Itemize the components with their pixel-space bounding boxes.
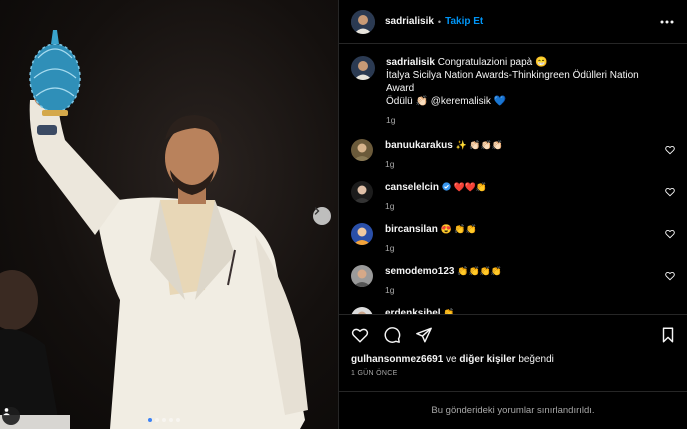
commenter-photo-icon [351,307,373,314]
comment-username[interactable]: semodemo123 [385,266,454,277]
likes-connector: ve [446,354,457,365]
carousel-dot [155,418,159,422]
comment-username[interactable]: erdenksibel [385,308,441,314]
tagged-users-button[interactable] [2,407,20,425]
likes-summary: gulhansonmez6691 ve diğer kişiler beğend… [339,354,687,365]
caption-line-1: Congratulazioni papà 😁 [437,57,548,68]
commenter-photo-icon [351,181,373,203]
share-paper-plane-icon[interactable] [415,326,433,344]
post-details-panel: sadrialisik • Takip Et sadrialisik Congr… [338,0,687,429]
like-comment-heart-icon[interactable] [665,187,675,197]
comment-username[interactable]: banuukarakus [385,140,453,151]
author-username[interactable]: sadrialisik [385,16,434,27]
caption-line-2: İtalya Sicilya Nation Awards-Thinkingree… [386,70,639,94]
comment-item: banuukarakus ✨ 👏🏻👏🏻👏🏻 1g [351,139,675,169]
comment-text: 👏 [443,308,455,314]
comment-username[interactable]: bircansilan [385,224,438,235]
comment-time: 1g [385,159,395,169]
post-actions-bar [339,314,687,354]
comments-list: sadrialisik Congratulazioni papà 😁 İtaly… [339,44,687,314]
post-caption: sadrialisik Congratulazioni papà 😁 İtaly… [351,56,675,125]
save-bookmark-icon[interactable] [659,326,677,344]
next-image-button[interactable] [313,207,331,225]
comment-item: erdenksibel 👏 [351,307,675,314]
comment-item: canselelcin ❤️❤️👏 1g [351,181,675,211]
comment-text: 👏👏👏👏 [457,266,503,276]
comment-time: 1g [385,201,395,211]
commenter-avatar[interactable] [351,181,373,203]
comment-bubble-icon[interactable] [383,326,401,344]
like-comment-heart-icon[interactable] [665,145,675,155]
comment-item: bircansilan 😍 👏👏 1g [351,223,675,253]
user-icon [3,408,10,416]
post-header: sadrialisik • Takip Et [339,0,687,44]
author-avatar[interactable] [351,9,375,34]
caption-avatar[interactable] [351,56,375,80]
like-comment-heart-icon[interactable] [665,271,675,281]
liker-username[interactable]: gulhansonmez6691 [351,354,443,365]
post-photo[interactable] [0,0,338,429]
caption-line-3: Ödülü 👏🏻 @keremalisik 💙 [386,96,507,107]
like-comment-heart-icon[interactable] [665,229,675,239]
header-separator: • [437,16,442,27]
chevron-right-icon [314,207,320,215]
commenter-photo-icon [351,223,373,245]
commenter-photo-icon [351,265,373,287]
post-date[interactable]: 1 GÜN ÖNCE [339,365,687,377]
comment-text: ❤️❤️👏 [453,182,488,192]
carousel-dot [162,418,166,422]
verified-badge-icon [442,182,451,191]
restricted-text: Bu gönderideki yorumlar sınırlandırıldı. [431,405,595,416]
comment-username[interactable]: canselelcin [385,182,439,193]
comment-time: 1g [385,243,395,253]
carousel-dot [148,418,152,422]
commenter-avatar[interactable] [351,307,373,314]
comment-time: 1g [385,285,395,295]
comments-restricted-notice: Bu gönderideki yorumlar sınırlandırıldı. [339,391,687,429]
caption-text: sadrialisik Congratulazioni papà 😁 İtaly… [386,56,659,108]
more-horizontal-icon [660,20,674,23]
like-heart-icon[interactable] [351,326,369,344]
caption-username[interactable]: sadrialisik [386,57,435,68]
commenter-avatar[interactable] [351,265,373,287]
author-photo-icon [351,9,375,34]
like-comment-heart-icon[interactable] [665,313,675,314]
caption-time: 1g [386,115,396,125]
carousel-indicator [148,418,180,422]
carousel-dot [169,418,173,422]
follow-button[interactable]: Takip Et [445,16,483,27]
photo-illustration [0,30,308,429]
comment-text: 😍 👏👏 [440,224,477,234]
commenter-photo-icon [351,139,373,161]
likes-others-link[interactable]: diğer kişiler [459,354,515,365]
commenter-avatar[interactable] [351,223,373,245]
author-photo-icon [351,56,375,80]
commenter-avatar[interactable] [351,139,373,161]
comment-item: semodemo123 👏👏👏👏 1g [351,265,675,295]
more-options-button[interactable] [657,12,677,32]
comment-text: ✨ 👏🏻👏🏻👏🏻 [455,140,503,150]
carousel-dot [176,418,180,422]
likes-suffix: beğendi [518,354,554,365]
